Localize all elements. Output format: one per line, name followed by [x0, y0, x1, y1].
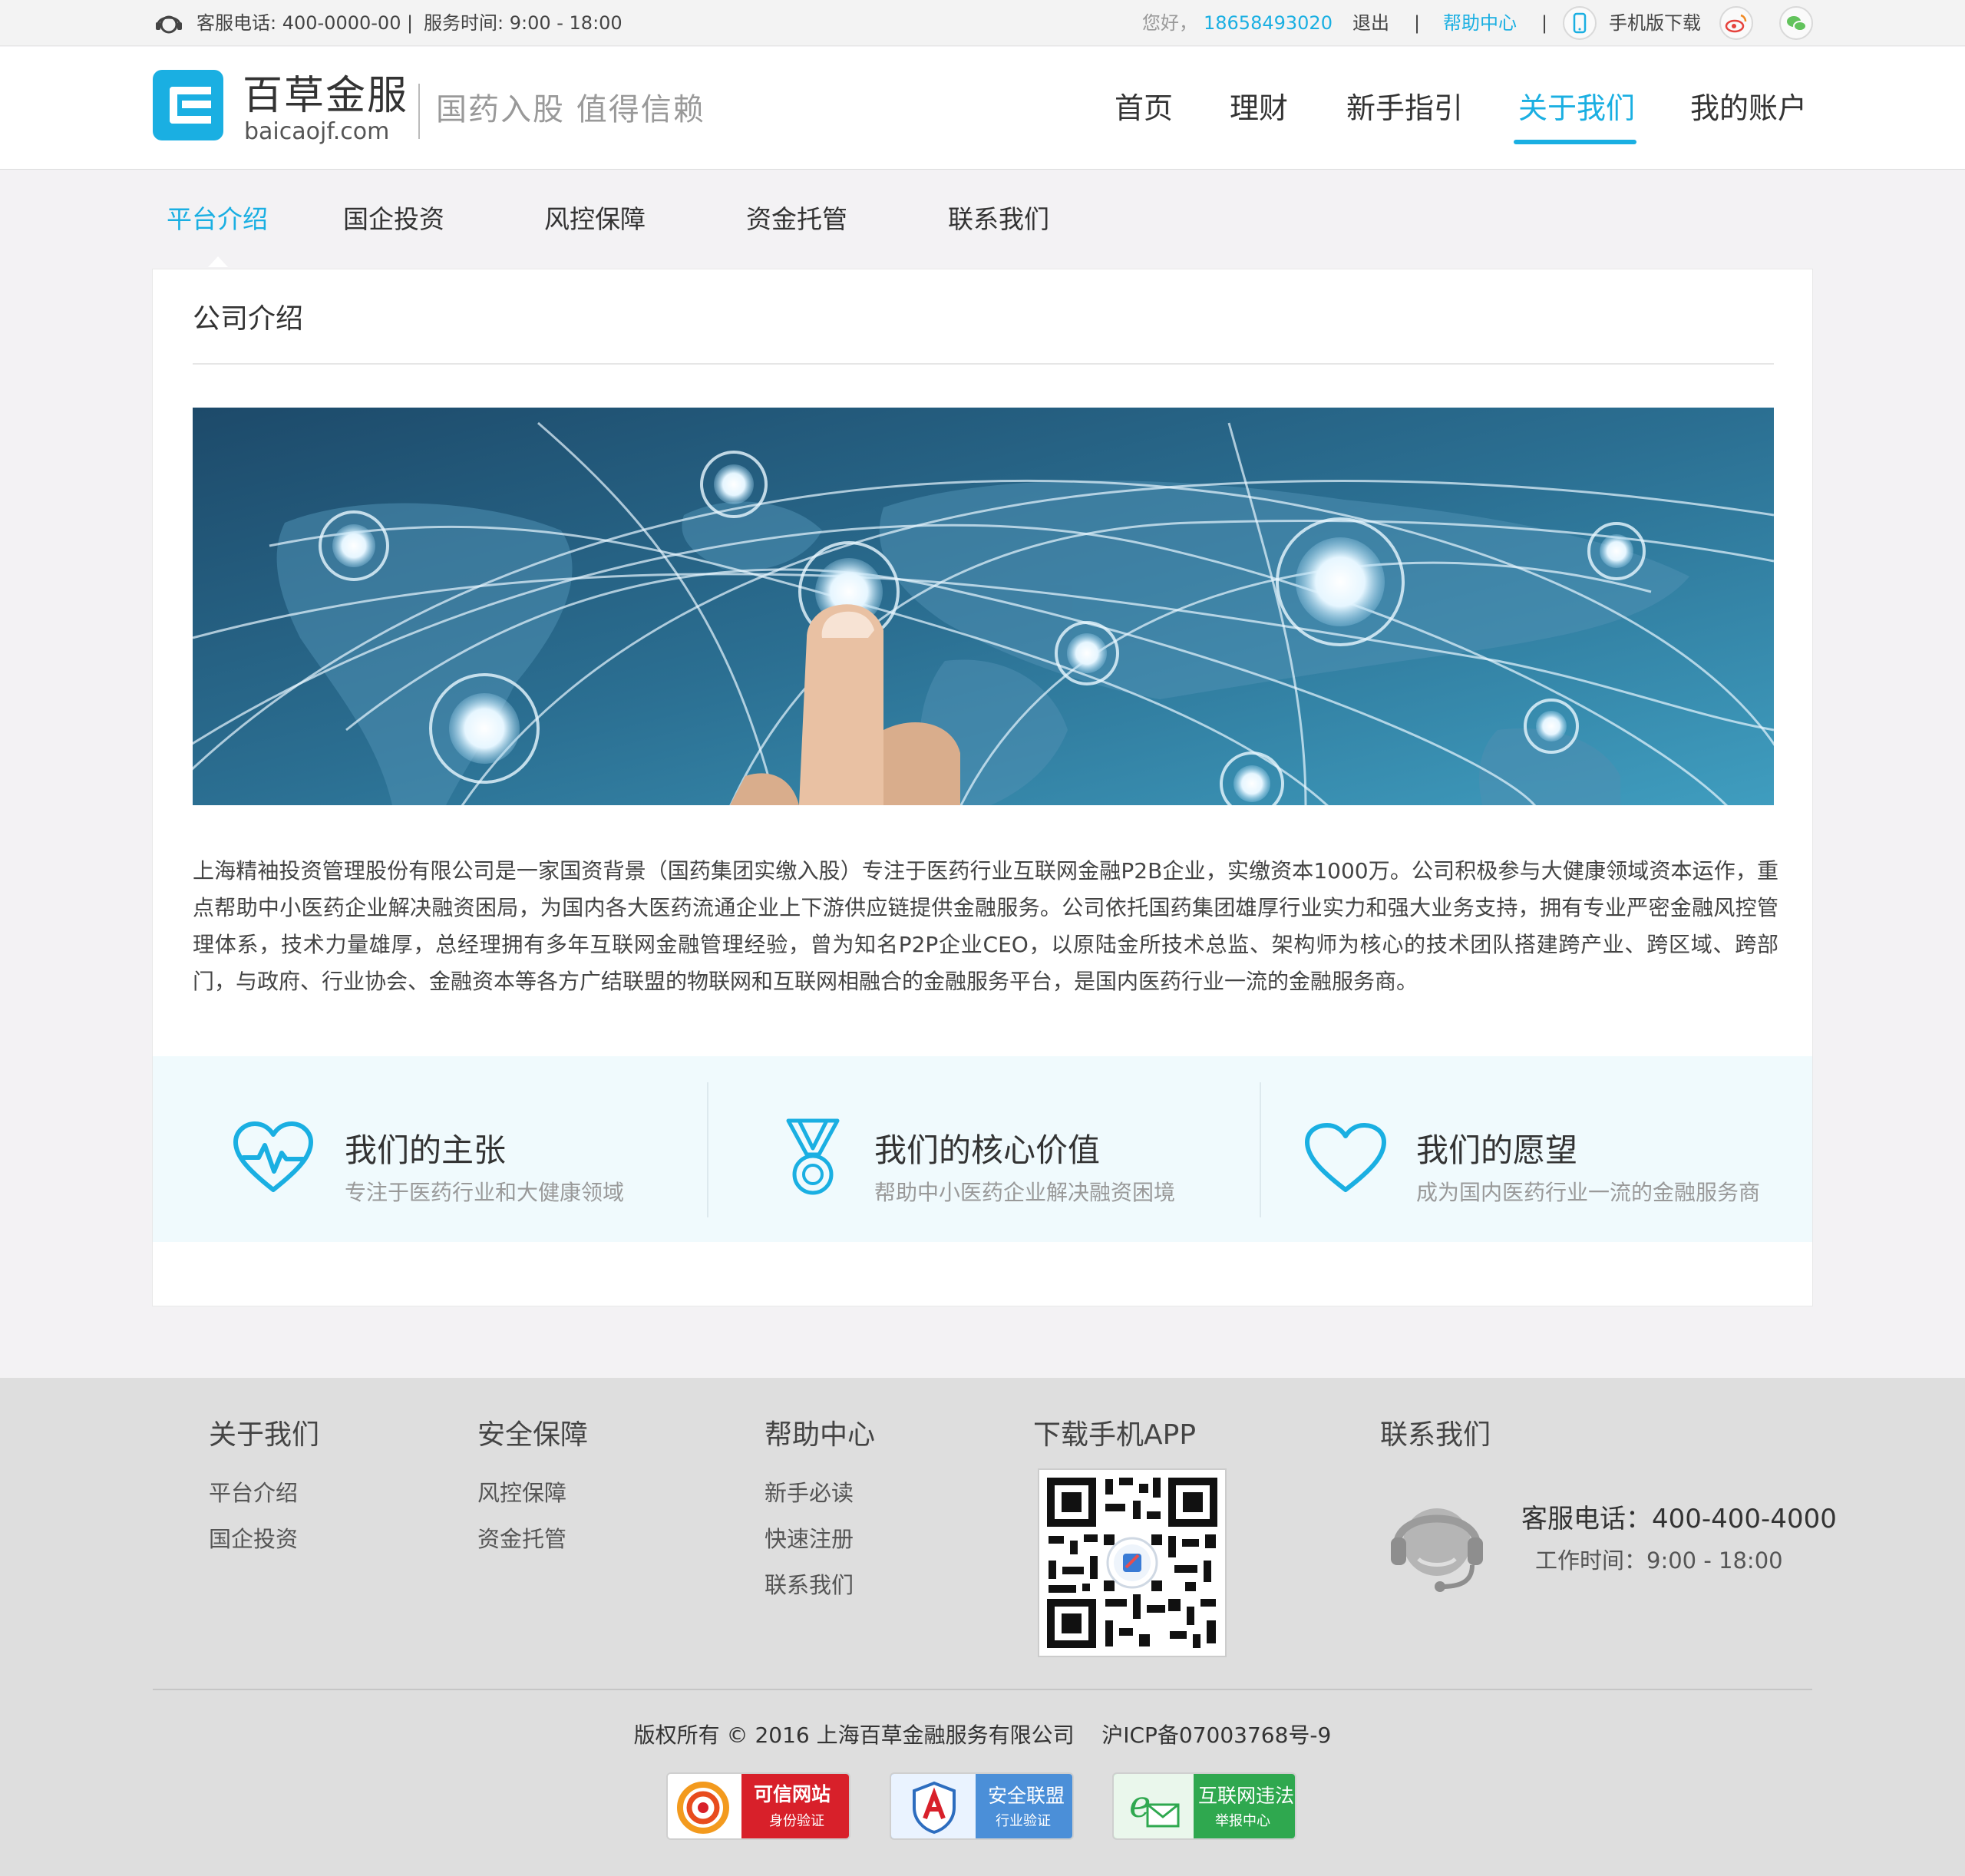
footer-link[interactable]: 资金托管	[477, 1524, 566, 1554]
separator: |	[407, 12, 414, 34]
footer-link[interactable]: 新手必读	[765, 1478, 854, 1508]
main-header: 百草金服 baicaojf.com 国药入股 值得信赖 首页 理财 新手指引 关…	[0, 47, 1965, 170]
trusted-site-icon	[677, 1782, 729, 1834]
banner-image	[193, 408, 1774, 805]
top-utility-bar: 客服电话: 400-0000-00 | 服务时间: 9:00 - 18:00 您…	[0, 0, 1965, 46]
logo-divider	[418, 84, 420, 139]
nav-beginner-guide[interactable]: 新手指引	[1346, 87, 1463, 130]
headset-icon	[156, 15, 182, 34]
footer-heading: 安全保障	[477, 1419, 589, 1451]
footer-heading: 下载手机APP	[1033, 1419, 1197, 1451]
heart-icon	[1305, 1123, 1386, 1192]
service-time: 服务时间: 9:00 - 18:00	[424, 12, 623, 34]
user-phone-link[interactable]: 18658493020	[1204, 11, 1333, 35]
section-title: 公司介绍	[193, 303, 304, 335]
badge-subtitle: 行业验证	[996, 1813, 1051, 1829]
nav-active-indicator	[1514, 140, 1636, 144]
subnav-fund-custody[interactable]: 资金托管	[746, 200, 847, 239]
footer-heading: 帮助中心	[765, 1419, 876, 1451]
help-center-link[interactable]: 帮助中心	[1443, 11, 1517, 35]
mobile-download-link[interactable]: 手机版下载	[1609, 11, 1701, 35]
contact-hours: 工作时间：9:00 - 18:00	[1535, 1547, 1783, 1574]
slogan: 国药入股 值得信赖	[436, 92, 705, 127]
footer-link[interactable]: 快速注册	[765, 1524, 854, 1554]
subnav-active-arrow	[208, 256, 228, 267]
feature-subtitle: 帮助中小医药企业解决融资困境	[874, 1180, 1176, 1205]
content-card: 公司介绍 上海精袖投资管理股份有限公司是一家国资背景（国药集团实缴入股）专注于医…	[152, 269, 1813, 1306]
footer-link[interactable]: 风控保障	[477, 1478, 566, 1508]
footer-heading: 联系我们	[1380, 1419, 1491, 1451]
trusted-site-badge[interactable]: 可信网站 身份验证	[666, 1772, 850, 1840]
separator: |	[1414, 12, 1421, 34]
separator: |	[1541, 12, 1548, 34]
divider	[193, 363, 1774, 365]
nav-my-account[interactable]: 我的账户	[1690, 87, 1807, 130]
subnav-platform-intro[interactable]: 平台介绍	[167, 200, 268, 239]
footer-link[interactable]: 国企投资	[209, 1524, 298, 1554]
greeting: 您好，	[1142, 12, 1197, 34]
app-qr-code[interactable]	[1038, 1468, 1227, 1657]
illegal-report-badge[interactable]: e 互联网违法 举报中心	[1112, 1772, 1296, 1840]
feature-title: 我们的愿望	[1416, 1131, 1578, 1169]
subnav-soe-investment[interactable]: 国企投资	[343, 200, 444, 239]
shield-icon	[913, 1781, 956, 1835]
logout-link[interactable]: 退出	[1352, 11, 1389, 35]
service-phone: 客服电话: 400-0000-00	[196, 12, 401, 34]
security-alliance-badge[interactable]: 安全联盟 行业验证	[890, 1772, 1074, 1840]
features-strip: 我们的主张 专注于医药行业和大健康领域 我们的核心价值 帮助中小医药企业解决融资…	[153, 1056, 1812, 1242]
nav-about-us[interactable]: 关于我们	[1518, 87, 1635, 130]
nav-invest[interactable]: 理财	[1230, 87, 1288, 130]
subnav-risk-control[interactable]: 风控保障	[544, 200, 646, 239]
footer-link[interactable]: 联系我们	[765, 1570, 854, 1600]
weibo-icon[interactable]	[1719, 6, 1753, 40]
copyright-text: 版权所有 © 2016 上海百草金融服务有限公司 沪ICP备07003768号-…	[633, 1722, 1332, 1748]
footer-heading: 关于我们	[209, 1419, 320, 1451]
footer: 关于我们 平台介绍 国企投资 安全保障 风控保障 资金托管 帮助中心 新手必读 …	[0, 1378, 1965, 1876]
contact-phone: 客服电话：400-400-4000	[1521, 1504, 1837, 1534]
logo-url: baicaojf.com	[244, 118, 390, 145]
heartbeat-icon	[233, 1121, 313, 1192]
badge-title: 安全联盟	[988, 1785, 1065, 1807]
badge-title: 可信网站	[754, 1783, 831, 1805]
subnav-contact-us[interactable]: 联系我们	[948, 200, 1049, 239]
nav-home[interactable]: 首页	[1115, 87, 1173, 130]
wechat-icon[interactable]	[1779, 6, 1813, 40]
logo-icon[interactable]	[153, 70, 223, 140]
company-intro-text: 上海精袖投资管理股份有限公司是一家国资背景（国药集团实缴入股）专注于医药行业互联…	[193, 858, 1778, 994]
logo-name[interactable]: 百草金服	[243, 73, 408, 119]
badge-subtitle: 身份验证	[769, 1813, 824, 1829]
badge-title: 互联网违法	[1198, 1785, 1295, 1807]
feature-subtitle: 专注于医药行业和大健康领域	[345, 1180, 625, 1205]
feature-subtitle: 成为国内医药行业一流的金融服务商	[1416, 1180, 1761, 1205]
footer-divider	[153, 1689, 1812, 1690]
mobile-icon[interactable]	[1563, 6, 1597, 40]
feature-title: 我们的核心价值	[874, 1131, 1101, 1169]
report-envelope-icon: e	[1129, 1783, 1180, 1828]
customer-service-icon	[1391, 1508, 1483, 1592]
feature-title: 我们的主张	[345, 1131, 507, 1169]
footer-link[interactable]: 平台介绍	[209, 1478, 298, 1508]
badge-subtitle: 举报中心	[1215, 1813, 1270, 1829]
feature-divider	[1260, 1082, 1261, 1217]
medal-icon	[786, 1118, 840, 1195]
feature-divider	[707, 1082, 708, 1217]
